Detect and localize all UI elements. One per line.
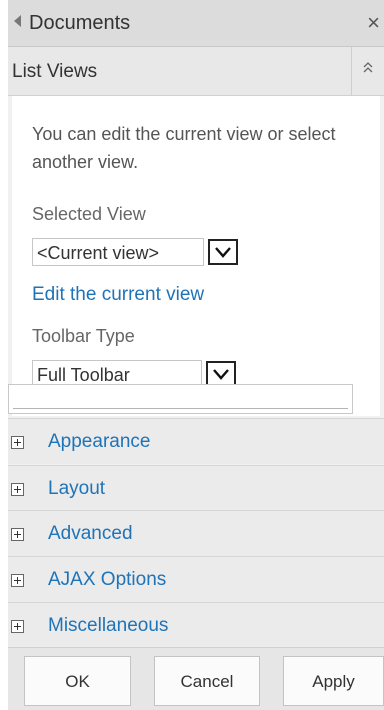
accordion-miscellaneous[interactable]: Miscellaneous <box>8 602 384 648</box>
button-bar: OK Cancel Apply <box>8 647 384 710</box>
selected-view-label: Selected View <box>32 204 146 224</box>
list-views-description: You can edit the current view or select … <box>32 124 336 172</box>
left-triangle-icon[interactable] <box>14 15 21 27</box>
accordion-label: Layout <box>48 478 106 499</box>
edit-current-view-link[interactable]: Edit the current view <box>32 284 204 306</box>
close-icon[interactable]: × <box>367 10 380 36</box>
list-views-header[interactable]: List Views <box>8 47 384 96</box>
list-views-body: You can edit the current view or select … <box>12 96 380 416</box>
cancel-button[interactable]: Cancel <box>154 656 260 706</box>
ok-button[interactable]: OK <box>24 656 131 706</box>
title-bar: Documents × <box>8 0 384 47</box>
expand-plus-icon[interactable] <box>11 574 24 587</box>
tool-pane: Documents × List Views You can edit the … <box>8 0 384 710</box>
accordion-label: Advanced <box>48 523 133 544</box>
selected-view-dropdown-button[interactable] <box>208 239 238 265</box>
accordion-advanced[interactable]: Advanced <box>8 510 384 556</box>
empty-field-box <box>8 384 353 414</box>
expand-plus-icon[interactable] <box>11 620 24 633</box>
accordion-layout[interactable]: Layout <box>8 465 384 511</box>
expand-plus-icon[interactable] <box>11 483 24 496</box>
collapse-icon[interactable] <box>351 47 384 95</box>
expand-plus-icon[interactable] <box>11 436 24 449</box>
pane-title: Documents <box>29 12 131 34</box>
accordion-ajax-options[interactable]: AJAX Options <box>8 556 384 602</box>
selected-view-select[interactable]: <Current view> <box>32 238 204 266</box>
accordion-label: Appearance <box>48 431 151 452</box>
list-views-title: List Views <box>12 61 98 82</box>
accordion-appearance[interactable]: Appearance <box>8 418 384 464</box>
apply-button[interactable]: Apply <box>283 656 384 706</box>
toolbar-type-label: Toolbar Type <box>32 326 135 346</box>
accordion-label: Miscellaneous <box>48 615 169 636</box>
accordion-label: AJAX Options <box>48 569 167 590</box>
expand-plus-icon[interactable] <box>11 528 24 541</box>
